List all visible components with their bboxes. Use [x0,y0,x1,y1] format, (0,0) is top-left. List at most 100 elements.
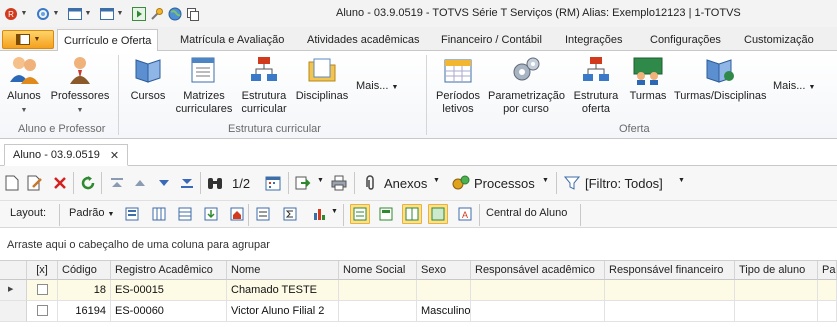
cell-tipo-aluno[interactable] [735,301,818,322]
refresh-icon[interactable] [34,5,51,23]
cell-tipo-aluno[interactable] [735,280,818,301]
close-icon[interactable]: ✕ [110,149,119,162]
periodos-letivos-button[interactable]: Períodos letivos [435,54,481,116]
column-header-registro[interactable]: Registro Acadêmico [111,261,227,280]
chart-icon[interactable] [311,205,329,223]
group-by-area[interactable]: Arraste aqui o cabeçalho de uma coluna p… [0,229,837,261]
column-header-select[interactable]: [x] [27,261,58,280]
app-icon[interactable]: R [2,5,19,23]
cell-sexo[interactable] [417,280,471,301]
cell-nome-social[interactable] [339,301,417,322]
cell-resp-academico[interactable] [471,301,605,322]
matrizes-curriculares-button[interactable]: Matrizes curriculares [173,54,235,116]
edit-icon[interactable] [26,174,44,192]
turmas-button[interactable]: Turmas [628,54,668,103]
copy-icon[interactable] [184,5,201,23]
tab-curriculo-oferta[interactable]: Currículo e Oferta [57,29,159,52]
disciplinas-button[interactable]: Disciplinas [294,54,350,103]
list-icon[interactable] [254,205,272,223]
mais-oferta-button[interactable]: Mais... ▼ [773,80,815,92]
column-header-resp-financeiro[interactable]: Responsável financeiro [605,261,735,280]
cell-nome-social[interactable] [339,280,417,301]
cell-pa[interactable] [818,301,837,322]
cell-nome[interactable]: Chamado TESTE [227,280,339,301]
tab-customizacao[interactable]: Customização [738,29,820,51]
window-dropdown[interactable]: ▼ [84,5,92,23]
window-icon[interactable] [66,5,83,23]
tab-matricula-avaliacao[interactable]: Matrícula e Avaliação [174,29,290,51]
filtro-button[interactable]: [Filtro: Todos] [585,176,663,191]
column-header-nome-social[interactable]: Nome Social [339,261,417,280]
estrutura-curricular-button[interactable]: Estrutura curricular [240,54,288,116]
parametrizacao-curso-button[interactable]: Parametrização por curso [488,54,565,116]
mais-estrutura-button[interactable]: Mais... ▼ [356,80,398,92]
refresh-icon[interactable] [79,174,97,192]
cell-registro[interactable]: ES-00060 [111,301,227,322]
processes-icon[interactable] [452,174,470,192]
detail-view-icon[interactable] [377,205,395,223]
text-icon[interactable]: A [456,205,474,223]
cell-codigo[interactable]: 16194 [58,301,111,322]
new-record-icon[interactable] [3,174,21,192]
globe-icon[interactable] [166,5,183,23]
cell-registro[interactable]: ES-00015 [111,280,227,301]
view-toggle-3[interactable] [402,204,422,224]
home-icon[interactable] [228,205,246,223]
chevron-down-icon[interactable]: ▼ [331,208,338,215]
tab-configuracoes[interactable]: Configurações [644,29,727,51]
document-tab-aluno[interactable]: Aluno - 03.9.0519 ✕ [4,144,129,166]
tab-integracoes[interactable]: Integrações [559,29,628,51]
cell-resp-financeiro[interactable] [605,280,735,301]
play-icon[interactable] [130,5,147,23]
column-header-tipo-aluno[interactable]: Tipo de aluno [735,261,818,280]
processos-button[interactable]: Processos [474,176,535,191]
column-header-nome[interactable]: Nome [227,261,339,280]
column-header-pa[interactable]: Pa [818,261,837,280]
row-checkbox[interactable] [36,284,48,295]
first-record-icon[interactable] [108,174,126,192]
columns-icon[interactable] [150,205,168,223]
column-header-codigo[interactable]: Código [58,261,111,280]
column-header-sexo[interactable]: Sexo [417,261,471,280]
anexos-button[interactable]: Anexos [384,176,427,191]
chevron-down-icon[interactable]: ▼ [542,177,549,184]
cell-codigo[interactable]: 18 [58,280,111,301]
export-icon[interactable] [294,174,312,192]
attachment-icon[interactable] [361,174,379,192]
chevron-down-icon[interactable]: ▼ [317,177,324,184]
column-header-resp-academico[interactable]: Responsável acadêmico [471,261,605,280]
alunos-button[interactable]: Alunos ▼ [4,54,44,117]
layout-select[interactable]: Padrão ▼ [69,207,114,219]
tab-atividades-academicas[interactable]: Atividades acadêmicas [301,29,426,51]
cursos-button[interactable]: Cursos [128,54,168,103]
view-toggle-4[interactable] [428,204,448,224]
delete-icon[interactable] [51,174,69,192]
refresh-dropdown[interactable]: ▼ [52,5,60,23]
estrutura-oferta-button[interactable]: Estrutura oferta [572,54,620,116]
window-dropdown[interactable]: ▼ [116,5,124,23]
cell-pa[interactable] [818,280,837,301]
cell-sexo[interactable]: Masculino [417,301,471,322]
chevron-down-icon[interactable]: ▼ [678,177,685,184]
settings-icon[interactable] [148,5,165,23]
cell-resp-financeiro[interactable] [605,301,735,322]
window-icon[interactable] [98,5,115,23]
view-toggle-1[interactable] [350,204,370,224]
central-do-aluno-button[interactable]: Central do Aluno [486,207,567,219]
previous-record-icon[interactable] [131,174,149,192]
last-record-icon[interactable] [178,174,196,192]
professores-button[interactable]: Professores ▼ [49,54,111,117]
calendar-icon[interactable] [264,174,282,192]
chevron-down-icon[interactable]: ▼ [433,177,440,184]
grid-icon[interactable] [176,205,194,223]
next-record-icon[interactable] [155,174,173,192]
filter-icon[interactable] [563,174,581,192]
row-checkbox[interactable] [36,305,48,316]
tab-financeiro-contabil[interactable]: Financeiro / Contábil [435,29,548,51]
file-menu-button[interactable]: ▼ [2,30,54,49]
cell-resp-academico[interactable] [471,280,605,301]
binoculars-icon[interactable] [206,174,224,192]
print-icon[interactable] [330,174,348,192]
sum-icon[interactable] [281,205,299,223]
app-menu-dropdown[interactable]: ▼ [20,5,28,23]
